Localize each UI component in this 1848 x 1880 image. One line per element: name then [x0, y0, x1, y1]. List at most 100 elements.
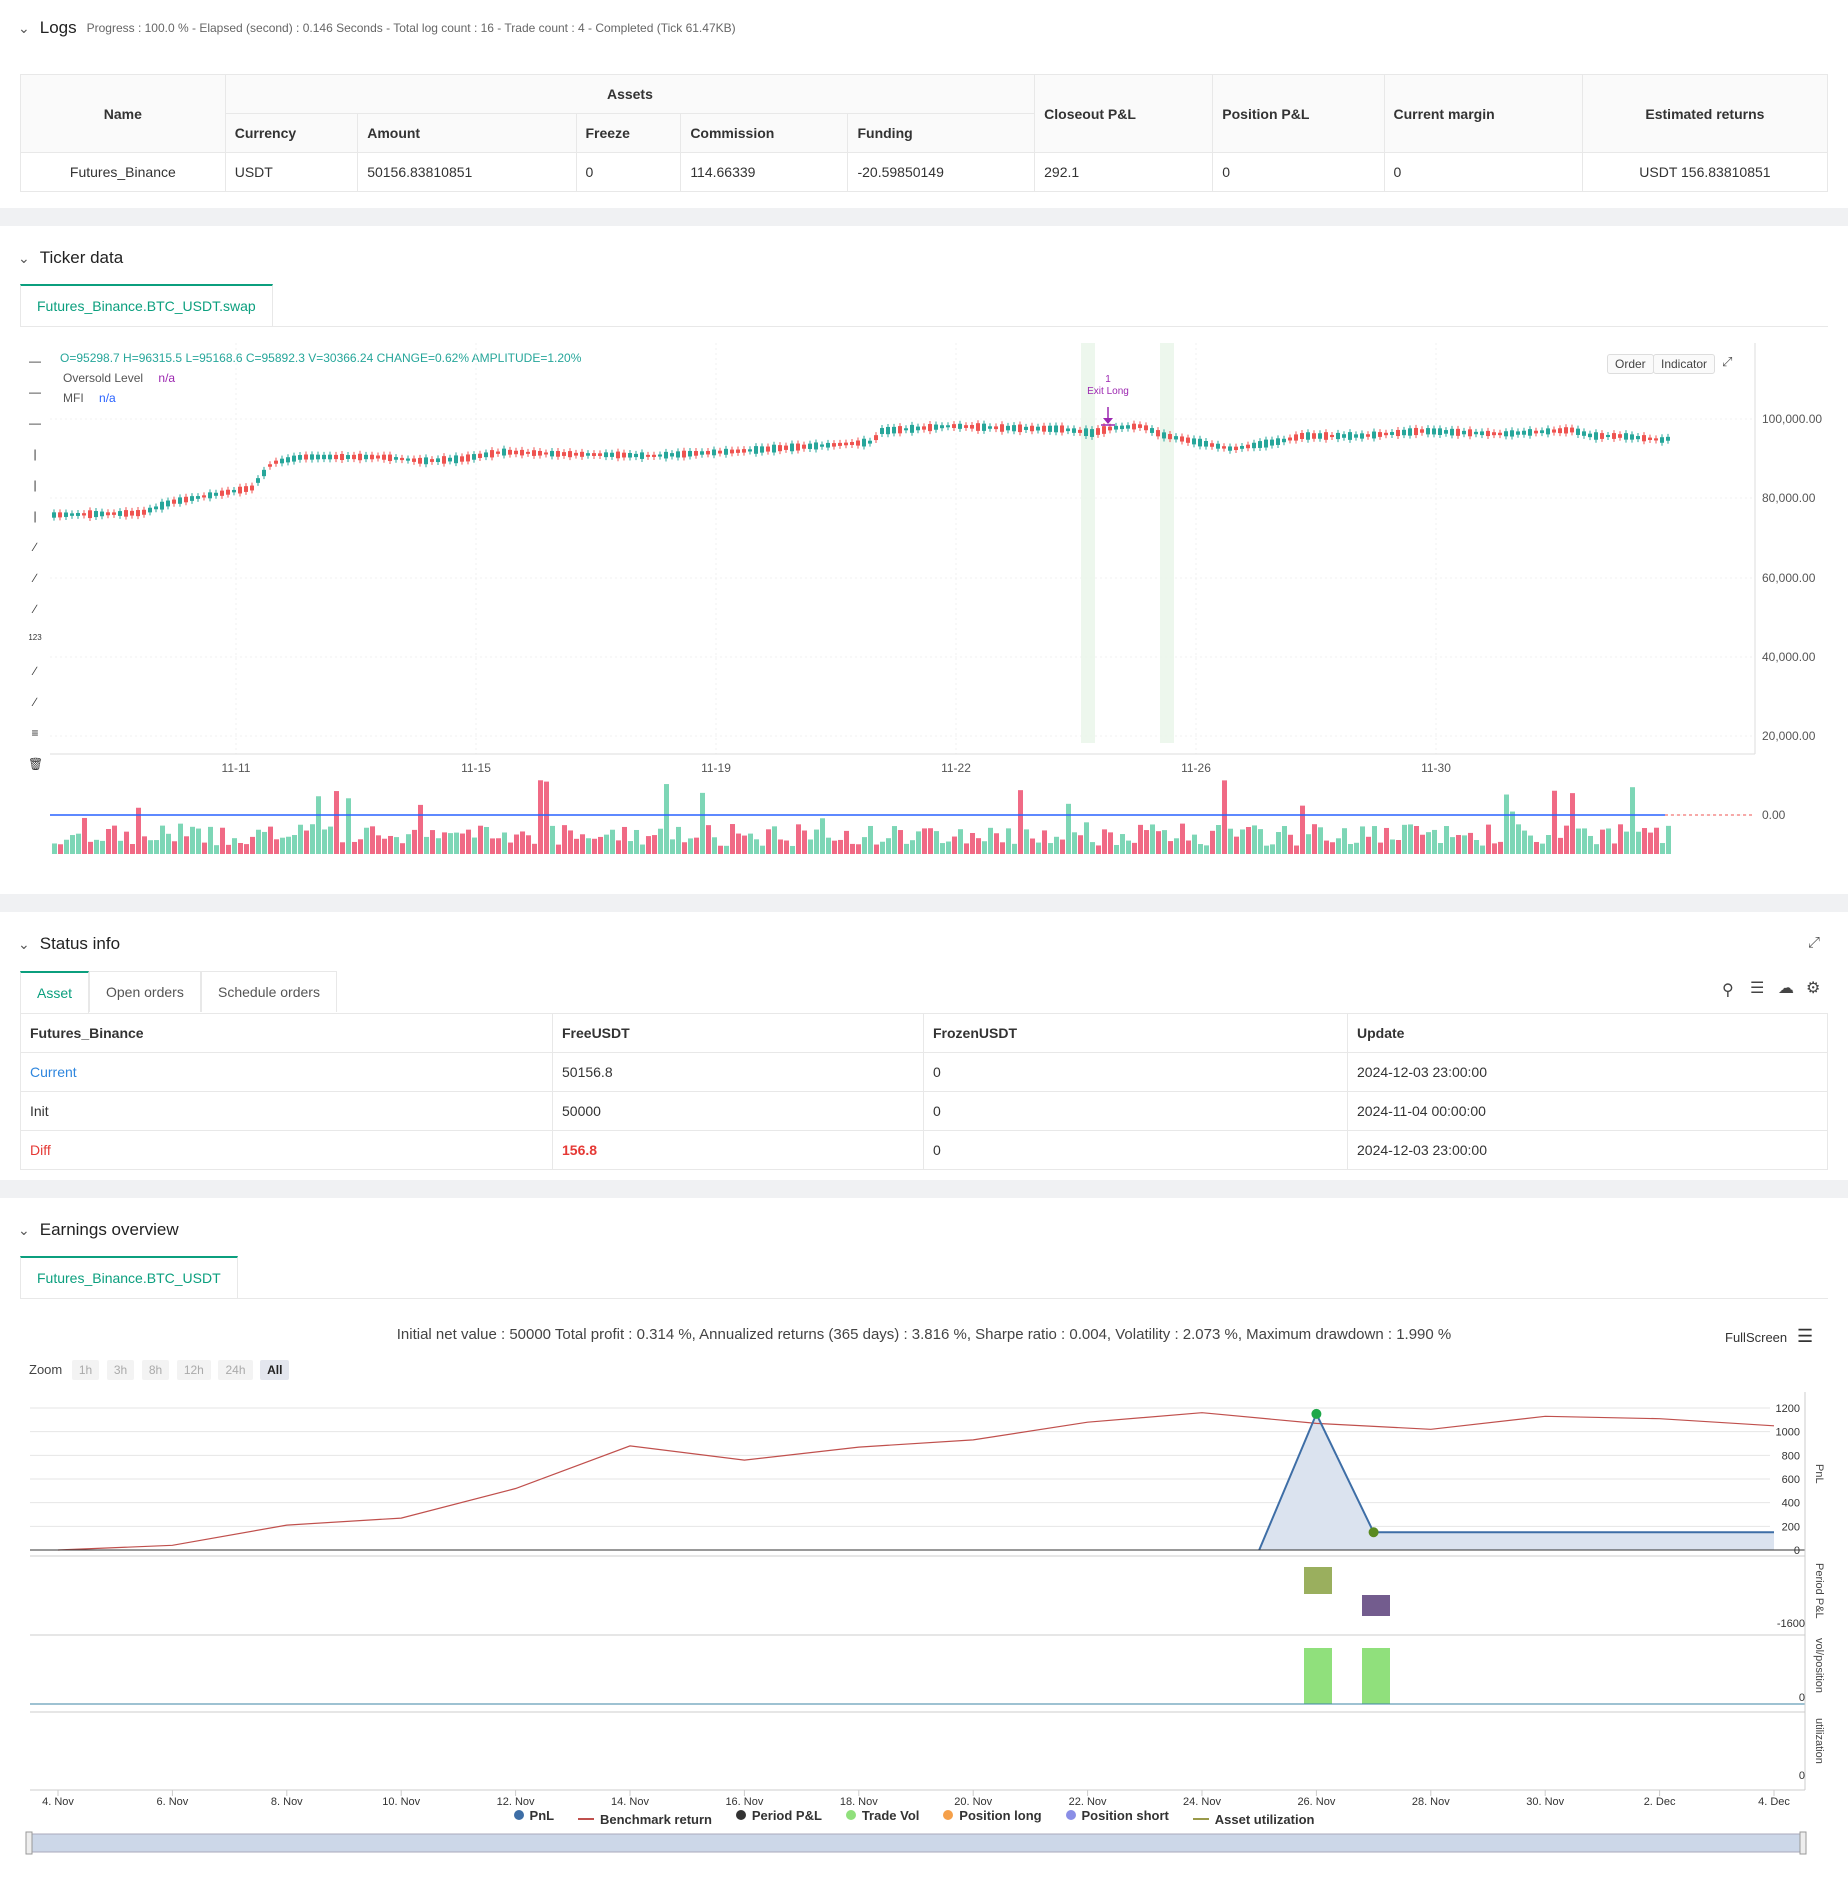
collapse-icon[interactable]: ⤢: [1808, 934, 1820, 951]
legend-marker: [735, 1810, 746, 1820]
candle-body: [1210, 443, 1214, 447]
volume-bar: [934, 831, 939, 854]
volume-bar: [790, 845, 795, 854]
chevron-down-icon[interactable]: ⌄: [18, 20, 30, 37]
legend-pnl[interactable]: PnL: [513, 1808, 554, 1823]
legend-asset-utilization[interactable]: Asset utilization: [1192, 1812, 1314, 1827]
candlestick-chart[interactable]: 1 Exit Long 100,000.00 80,000.00 60,000.00…: [0, 226, 1848, 894]
candle-body: [196, 496, 200, 499]
volume-bar: [520, 831, 525, 854]
candle-body: [1264, 439, 1268, 448]
candle-body: [376, 455, 380, 459]
candle-body: [772, 444, 776, 453]
volume-bar: [1120, 834, 1125, 854]
navigator-scrollbar[interactable]: [25, 1833, 1807, 1853]
tab-schedule-orders[interactable]: Schedule orders: [201, 971, 337, 1012]
volume-bar: [124, 831, 129, 854]
candle-body: [1582, 431, 1586, 436]
candle-body: [1456, 428, 1460, 436]
time-tick-label: 11-26: [1181, 761, 1211, 775]
status-header[interactable]: ⌄ Status info: [18, 934, 120, 954]
legend-benchmark[interactable]: Benchmark return: [577, 1812, 712, 1827]
candle-body: [664, 451, 668, 459]
earnings-chart[interactable]: 1200 1000 800 600 400 200 0 -1600 0 0 PnL Peri…: [0, 1198, 1848, 1880]
col-freeze: Freeze: [575, 113, 682, 153]
candle-body: [574, 452, 578, 456]
logs-table: Name Assets Closeout P&L Position P&L Cu…: [20, 74, 1829, 192]
candle-body: [172, 499, 176, 504]
tab-asset[interactable]: Asset: [20, 971, 90, 1013]
volume-bar: [388, 835, 393, 854]
candle-body: [256, 478, 260, 483]
volume-bar: [1372, 826, 1377, 854]
candle-body: [1498, 432, 1502, 436]
search-icon[interactable]: ⚲: [1722, 980, 1734, 1000]
volume-bar: [796, 824, 801, 854]
gear-icon[interactable]: ⚙: [1806, 978, 1820, 998]
candle-body: [802, 444, 806, 449]
logs-header[interactable]: ⌄ Logs Progress : 100.0 % - Elapsed (sec…: [18, 18, 736, 38]
legend-period-pnl[interactable]: Period P&L: [735, 1808, 822, 1823]
volume-bar: [1600, 829, 1605, 854]
candle-body: [916, 426, 920, 431]
volume-bar: [100, 840, 105, 854]
tab-open-orders[interactable]: Open orders: [89, 971, 201, 1012]
time-tick-label: 11-22: [941, 761, 971, 775]
volume-bar: [82, 817, 87, 854]
candle-body: [412, 458, 416, 462]
candle-body: [1336, 432, 1340, 440]
legend-trade-vol[interactable]: Trade Vol: [845, 1807, 920, 1823]
col-exchange: Futures_Binance: [20, 1013, 553, 1053]
candle-body: [1330, 434, 1334, 438]
candle-body: [604, 452, 608, 458]
candle-body: [760, 446, 764, 453]
volume-bar: [532, 843, 537, 854]
volume-bar: [1024, 829, 1029, 854]
candle-body: [202, 495, 206, 498]
legend-position-long[interactable]: Position long: [943, 1808, 1042, 1823]
candle-body: [904, 428, 908, 431]
candle-body: [166, 500, 170, 507]
candle-body: [280, 458, 284, 464]
list-icon[interactable]: ☰: [1750, 978, 1764, 998]
legend-position-short[interactable]: Position short: [1065, 1808, 1169, 1823]
navigator-handle-left[interactable]: [25, 1831, 33, 1855]
volume-bar: [1228, 828, 1233, 854]
candle-body: [478, 453, 482, 458]
volume-bar: [1414, 825, 1419, 854]
col-position: Position P&L: [1212, 74, 1385, 153]
cell-update: 2024-11-04 00:00:00: [1347, 1091, 1828, 1131]
volume-bar: [1576, 828, 1581, 854]
row-label-current[interactable]: Current: [20, 1052, 553, 1092]
candle-body: [532, 450, 536, 456]
candle-body: [748, 449, 752, 452]
volume-bar: [1102, 829, 1107, 854]
candle-body: [238, 486, 242, 494]
volume-bar: [250, 836, 255, 854]
pnl-tick-label: 800: [1782, 1450, 1800, 1462]
candle-body: [988, 426, 992, 429]
candle-body: [730, 449, 734, 454]
axis-label-vol: vol/position: [1813, 1638, 1825, 1693]
legend-marker: [1192, 1818, 1209, 1820]
asset-table: Futures_Binance FreeUSDT FrozenUSDT Upda…: [20, 1013, 1828, 1170]
volume-bar: [376, 835, 381, 854]
volume-bar: [1582, 828, 1587, 854]
candle-body: [1540, 430, 1544, 434]
candle-body: [682, 450, 686, 458]
volume-bar: [982, 841, 987, 854]
axis-label-pnl: PnL: [1813, 1464, 1825, 1484]
cloud-download-icon[interactable]: ☁: [1778, 978, 1794, 998]
volume-bar: [1342, 828, 1347, 854]
time-tick-label: 11-11: [222, 761, 251, 775]
candle-body: [1468, 429, 1472, 437]
legend-label: Trade Vol: [861, 1807, 920, 1823]
util-tick: 0: [1799, 1770, 1805, 1782]
pnl-trade-point: [1368, 1527, 1379, 1538]
col-name: Name: [20, 74, 226, 153]
candle-body: [1606, 434, 1610, 438]
col-returns: Estimated returns: [1581, 74, 1829, 153]
navigator-handle-right[interactable]: [1799, 1831, 1807, 1855]
chevron-down-icon[interactable]: ⌄: [18, 936, 30, 953]
volume-bar: [1462, 835, 1467, 854]
